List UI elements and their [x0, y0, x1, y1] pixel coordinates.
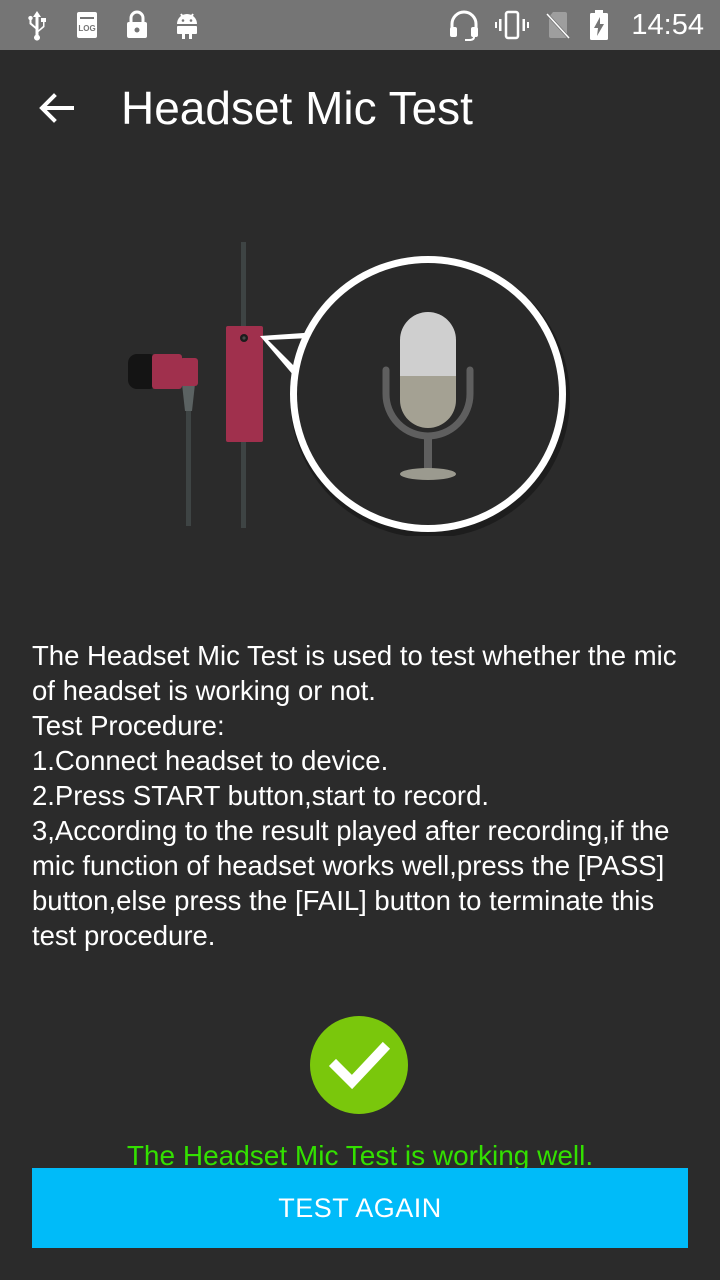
usb-icon: [28, 11, 46, 41]
android-icon: [177, 13, 197, 39]
battery-charging-icon: [590, 10, 609, 40]
description-line: Test Procedure:: [32, 710, 225, 741]
app-bar: Headset Mic Test: [0, 50, 720, 166]
headset-mic-illustration: [128, 242, 570, 536]
description-line: 2.Press START button,start to record.: [32, 780, 489, 811]
no-sim-icon: [546, 12, 571, 40]
status-right-icons: 14:54: [447, 6, 704, 44]
status-time: 14:54: [631, 9, 704, 41]
svg-text:LOG: LOG: [78, 24, 95, 33]
test-description: The Headset Mic Test is used to test whe…: [32, 638, 692, 953]
vibrate-icon: [495, 10, 530, 40]
headset-icon: [450, 10, 479, 41]
lock-icon: [127, 10, 147, 38]
status-left-icons: LOG: [22, 8, 202, 42]
page-title: Headset Mic Test: [121, 82, 473, 134]
description-line: 3,According to the result played after r…: [32, 815, 670, 951]
microphone-icon: [290, 256, 570, 536]
status-bar: LOG 14:54: [0, 0, 720, 50]
check-circle-icon: [310, 1016, 408, 1114]
screen: LOG 14:54 Headset Mic Test The Headset M…: [0, 0, 720, 1280]
inline-mic-cable: [226, 242, 263, 528]
description-line: The Headset Mic Test is used to test whe…: [32, 640, 677, 706]
earbud: [128, 354, 198, 526]
test-again-button[interactable]: TEST AGAIN: [32, 1168, 688, 1248]
arrow-back-icon[interactable]: [34, 86, 78, 130]
description-line: 1.Connect headset to device.: [32, 745, 389, 776]
log-icon: LOG: [77, 12, 97, 38]
